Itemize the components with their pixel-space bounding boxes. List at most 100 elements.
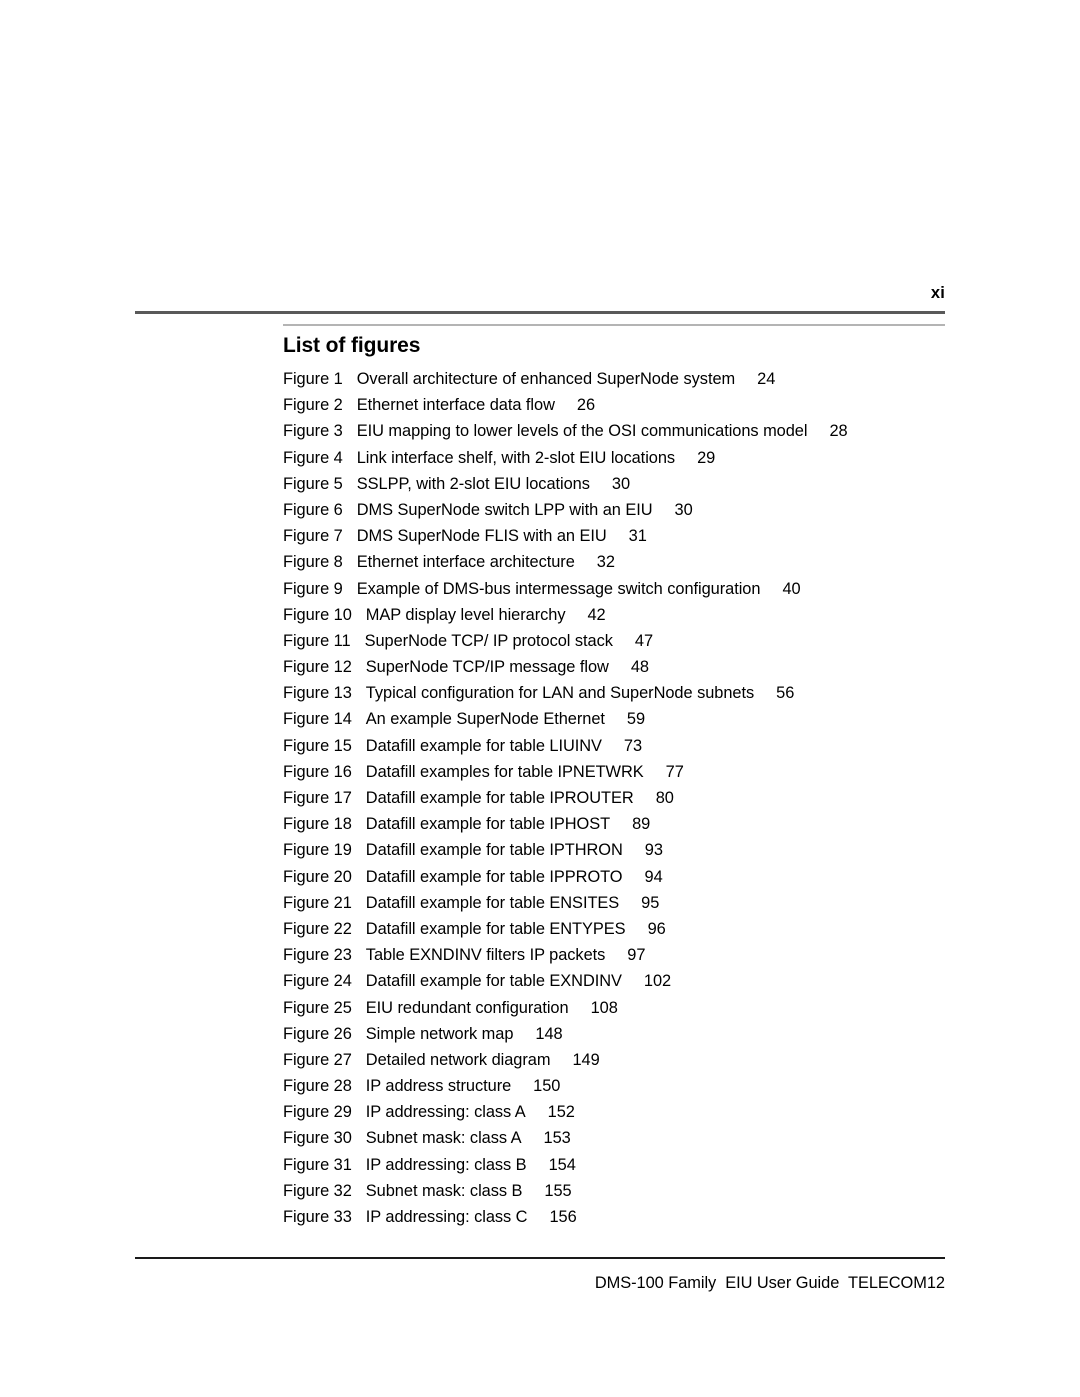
figure-list: Figure 1 Overall architecture of enhanced… <box>283 366 983 1230</box>
figure-page-number: 26 <box>576 396 596 415</box>
figure-label: Figure 5 <box>283 474 343 493</box>
figure-label: Figure 32 <box>283 1181 352 1200</box>
figure-label: Figure 29 <box>283 1103 352 1122</box>
figure-title: Datafill example for table ENTYPES <box>365 919 626 938</box>
figure-label: Figure 20 <box>283 867 352 886</box>
figure-list-item[interactable]: Figure 10 MAP display level hierarchy 42 <box>283 602 983 628</box>
figure-title: IP addressing: class B <box>365 1155 527 1174</box>
figure-label: Figure 21 <box>283 893 352 912</box>
figure-page-number: 154 <box>548 1155 576 1174</box>
figure-title: SSLPP, with 2-slot EIU locations <box>356 474 590 493</box>
figure-label: Figure 12 <box>283 658 352 677</box>
figure-title: Ethernet interface data flow <box>356 396 555 415</box>
figure-list-item[interactable]: Figure 7 DMS SuperNode FLIS with an EIU 31 <box>283 523 983 549</box>
figure-list-item[interactable]: Figure 17 Datafill example for table IPRO… <box>283 785 983 811</box>
figure-list-item[interactable]: Figure 33 IP addressing: class C 156 <box>283 1204 983 1230</box>
figure-list-item[interactable]: Figure 30 Subnet mask: class A 153 <box>283 1125 983 1151</box>
figure-list-item[interactable]: Figure 24 Datafill example for table EXND… <box>283 968 983 994</box>
figure-list-item[interactable]: Figure 31 IP addressing: class B 154 <box>283 1152 983 1178</box>
figure-list-item[interactable]: Figure 23 Table EXNDINV filters IP packet… <box>283 942 983 968</box>
figure-list-item[interactable]: Figure 3 EIU mapping to lower levels of t… <box>283 418 983 444</box>
figure-title: SuperNode TCP/ IP protocol stack <box>364 631 613 650</box>
figure-list-item[interactable]: Figure 28 IP address structure 150 <box>283 1073 983 1099</box>
figure-label: Figure 14 <box>283 710 352 729</box>
figure-list-item[interactable]: Figure 16 Datafill examples for table IPN… <box>283 759 983 785</box>
figure-label: Figure 7 <box>283 527 343 546</box>
figure-page-number: 30 <box>611 474 631 493</box>
figure-page-number: 31 <box>628 527 647 546</box>
figure-page-number: 108 <box>590 998 618 1017</box>
figure-page-number: 24 <box>757 370 776 388</box>
figure-list-item[interactable]: Figure 15 Datafill example for table LIUI… <box>283 733 983 759</box>
figure-list-item[interactable]: Figure 20 Datafill example for table IPPR… <box>283 864 983 890</box>
figure-list-item[interactable]: Figure 25 EIU redundant configuration 108 <box>283 995 983 1021</box>
figure-list-item[interactable]: Figure 2 Ethernet interface data flow 26 <box>283 392 983 418</box>
figure-list-item[interactable]: Figure 14 An example SuperNode Ethernet 59 <box>283 706 983 732</box>
figure-label: Figure 15 <box>283 736 352 755</box>
figure-page-number: 29 <box>697 448 716 467</box>
figure-label: Figure 6 <box>283 500 343 519</box>
figure-title: Subnet mask: class A <box>365 1129 522 1148</box>
figure-list-item[interactable]: Figure 4 Link interface shelf, with 2-slo… <box>283 445 983 471</box>
figure-title: IP address structure <box>365 1077 512 1096</box>
figure-title: Subnet mask: class B <box>365 1181 523 1200</box>
figure-label: Figure 22 <box>283 919 352 938</box>
figure-page-number: 32 <box>596 553 615 572</box>
figure-title: Datafill example for table IPROUTER <box>365 789 634 807</box>
figure-title: DMS SuperNode switch LPP with an EIU <box>356 500 653 519</box>
figure-label: Figure 1 <box>283 370 343 388</box>
figure-title: EIU mapping to lower levels of the OSI c… <box>356 422 808 441</box>
figure-page-number: 48 <box>630 658 649 677</box>
figure-list-item[interactable]: Figure 19 Datafill example for table IPTH… <box>283 837 983 863</box>
figure-list-item[interactable]: Figure 12 SuperNode TCP/IP message flow 48 <box>283 654 983 680</box>
figure-list-item[interactable]: Figure 6 DMS SuperNode switch LPP with an… <box>283 497 983 523</box>
figure-page-number: 80 <box>655 789 674 807</box>
figure-list-item[interactable]: Figure 1 Overall architecture of enhanced… <box>283 366 983 392</box>
figure-page-number: 150 <box>533 1077 561 1096</box>
figure-title: Example of DMS-bus intermessage switch c… <box>356 579 761 598</box>
figure-page-number: 94 <box>644 867 663 886</box>
figure-list-item[interactable]: Figure 29 IP addressing: class A 152 <box>283 1099 983 1125</box>
figure-title: Datafill example for table IPTHRON <box>365 841 623 860</box>
figure-label: Figure 4 <box>283 448 343 467</box>
figure-title: SuperNode TCP/IP message flow <box>365 658 609 677</box>
figure-title: Table EXNDINV filters IP packets <box>365 946 606 965</box>
figure-title: Datafill example for table IPHOST <box>365 815 611 834</box>
figure-title: MAP display level hierarchy <box>365 605 566 624</box>
figure-page-number: 148 <box>535 1024 563 1043</box>
figure-page-number: 95 <box>641 893 660 912</box>
figure-list-item[interactable]: Figure 21 Datafill example for table ENSI… <box>283 890 983 916</box>
figure-title: Datafill example for table ENSITES <box>365 893 620 912</box>
figure-label: Figure 13 <box>283 684 352 703</box>
figure-label: Figure 18 <box>283 815 352 834</box>
figure-label: Figure 33 <box>283 1208 352 1226</box>
figure-label: Figure 16 <box>283 762 352 781</box>
figure-list-item[interactable]: Figure 11 SuperNode TCP/ IP protocol stac… <box>283 628 983 654</box>
figure-title: IP addressing: class A <box>365 1103 526 1122</box>
figure-list-item[interactable]: Figure 27 Detailed network diagram 149 <box>283 1047 983 1073</box>
figure-list-item[interactable]: Figure 9 Example of DMS-bus intermessage … <box>283 576 983 602</box>
figure-list-item[interactable]: Figure 18 Datafill example for table IPHO… <box>283 811 983 837</box>
figure-label: Figure 11 <box>283 631 351 650</box>
figure-page-number: 156 <box>549 1208 577 1226</box>
figure-list-item[interactable]: Figure 5 SSLPP, with 2-slot EIU locations… <box>283 471 983 497</box>
figure-title: Ethernet interface architecture <box>356 553 575 572</box>
figure-title: An example SuperNode Ethernet <box>365 710 605 729</box>
header-rule-primary <box>135 311 945 314</box>
figure-list-item[interactable]: Figure 8 Ethernet interface architecture 3… <box>283 549 983 575</box>
figure-title: Overall architecture of enhanced SuperNo… <box>356 370 736 388</box>
figure-label: Figure 31 <box>283 1155 352 1174</box>
figure-page-number: 96 <box>647 919 666 938</box>
figure-list-item[interactable]: Figure 22 Datafill example for table ENTY… <box>283 916 983 942</box>
figure-title: EIU redundant configuration <box>365 998 569 1017</box>
figure-page-number: 40 <box>782 579 801 598</box>
figure-page-number: 155 <box>544 1181 572 1200</box>
figure-list-item[interactable]: Figure 13 Typical configuration for LAN a… <box>283 680 983 706</box>
figure-list-item[interactable]: Figure 26 Simple network map 148 <box>283 1021 983 1047</box>
figure-title: Link interface shelf, with 2-slot EIU lo… <box>356 448 676 467</box>
figure-list-item[interactable]: Figure 32 Subnet mask: class B 155 <box>283 1178 983 1204</box>
figure-label: Figure 2 <box>283 396 343 415</box>
figure-page-number: 97 <box>627 946 646 965</box>
figure-page-number: 93 <box>644 841 663 860</box>
figure-page-number: 153 <box>543 1129 571 1148</box>
